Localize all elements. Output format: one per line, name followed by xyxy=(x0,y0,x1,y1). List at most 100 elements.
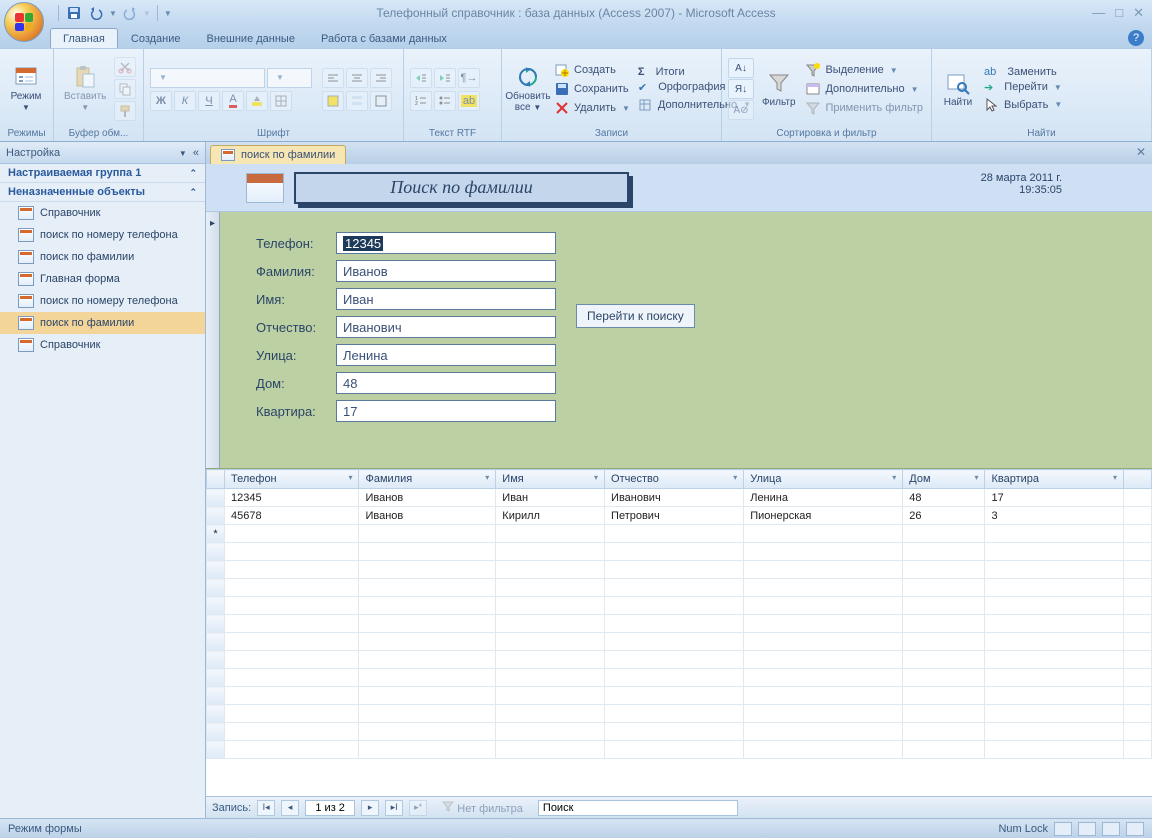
record-selector-icon[interactable]: ▸ xyxy=(206,212,220,468)
underline-icon[interactable]: Ч xyxy=(198,91,220,111)
save-icon[interactable] xyxy=(65,4,83,22)
table-row[interactable]: 12345ИвановИванИвановичЛенина4817 xyxy=(207,489,1152,507)
nav-item-2[interactable]: поиск по фамилии xyxy=(0,246,205,268)
fill-color-icon[interactable] xyxy=(246,91,268,111)
input-phone[interactable]: 12345 xyxy=(336,232,556,254)
view-button[interactable]: Режим▼ xyxy=(6,63,46,115)
search-box[interactable] xyxy=(538,800,738,816)
tab-create[interactable]: Создание xyxy=(118,28,194,48)
help-icon[interactable]: ? xyxy=(1128,30,1144,46)
input-street[interactable]: Ленина xyxy=(336,344,556,366)
maximize-icon[interactable]: □ xyxy=(1115,5,1123,21)
new-record-button[interactable]: Создать xyxy=(552,61,632,79)
nav-item-1[interactable]: поиск по номеру телефона xyxy=(0,224,205,246)
input-fname[interactable]: Иван xyxy=(336,288,556,310)
tab-dbtools[interactable]: Работа с базами данных xyxy=(308,28,460,48)
font-size-combo[interactable]: ▼ xyxy=(267,68,312,88)
ribbon-tabs: Главная Создание Внешние данные Работа с… xyxy=(0,26,1152,48)
view-datasheet-icon[interactable] xyxy=(1078,822,1096,836)
col-header[interactable]: Улица▾ xyxy=(744,470,903,489)
find-button[interactable]: Найти xyxy=(938,69,978,110)
next-record-icon[interactable]: ▸ xyxy=(361,800,379,816)
datasheet-grid[interactable]: Телефон▾Фамилия▾Имя▾Отчество▾Улица▾Дом▾К… xyxy=(206,469,1152,796)
advanced-filter-button[interactable]: Дополнительно▼ xyxy=(803,80,925,98)
bold-icon[interactable]: Ж xyxy=(150,91,172,111)
form-icon xyxy=(18,338,34,352)
col-header[interactable]: Квартира▾ xyxy=(985,470,1124,489)
minimize-icon[interactable]: — xyxy=(1092,5,1105,21)
ltr-icon[interactable]: ¶→ xyxy=(458,68,480,88)
col-header[interactable]: Фамилия▾ xyxy=(359,470,496,489)
new-row[interactable]: * xyxy=(207,525,1152,543)
col-header[interactable]: Отчество▾ xyxy=(605,470,744,489)
selection-filter-button[interactable]: Выделение▼ xyxy=(803,61,925,79)
input-apt[interactable]: 17 xyxy=(336,400,556,422)
decrease-indent-icon[interactable] xyxy=(410,68,432,88)
go-search-button[interactable]: Перейти к поиску xyxy=(576,304,695,328)
increase-indent-icon[interactable] xyxy=(434,68,456,88)
col-header[interactable]: Имя▾ xyxy=(496,470,605,489)
close-icon[interactable]: ✕ xyxy=(1133,5,1144,21)
refresh-all-button[interactable]: Обновить все ▼ xyxy=(508,63,548,115)
doc-tab-active[interactable]: поиск по фамилии xyxy=(210,145,346,164)
bullets-icon[interactable] xyxy=(434,91,456,111)
italic-icon[interactable]: К xyxy=(174,91,196,111)
altfill-icon[interactable] xyxy=(346,91,368,111)
font-family-combo[interactable]: ▼ xyxy=(150,68,265,88)
view-design-icon[interactable] xyxy=(1126,822,1144,836)
replace-button[interactable]: ab Заменить xyxy=(982,65,1064,79)
record-position-input[interactable] xyxy=(305,800,355,816)
cut-icon[interactable] xyxy=(114,57,136,77)
group-clipboard-label: Буфер обм... xyxy=(60,126,137,139)
filter-button[interactable]: Фильтр xyxy=(758,69,799,110)
align-center-icon[interactable] xyxy=(346,68,368,88)
goto-button[interactable]: ➔ Перейти▼ xyxy=(982,80,1064,95)
undo-icon[interactable] xyxy=(87,4,105,22)
nav-header[interactable]: Настройка ▼ « xyxy=(0,142,205,164)
first-record-icon[interactable]: I◂ xyxy=(257,800,275,816)
nav-group-unassigned[interactable]: Неназначенные объекты⌃ xyxy=(0,183,205,202)
font-color-icon[interactable]: A xyxy=(222,91,244,111)
clear-sort-icon[interactable]: A⊘ xyxy=(728,100,754,120)
paste-button[interactable]: Вставить▼ xyxy=(60,63,110,115)
prev-record-icon[interactable]: ◂ xyxy=(281,800,299,816)
tab-external[interactable]: Внешние данные xyxy=(194,28,308,48)
nav-item-5[interactable]: поиск по фамилии xyxy=(0,312,205,334)
tab-home[interactable]: Главная xyxy=(50,28,118,48)
sort-asc-icon[interactable]: A↓ xyxy=(728,58,754,78)
table-row[interactable]: 45678ИвановКириллПетровичПионерская263 xyxy=(207,507,1152,525)
nav-item-6[interactable]: Справочник xyxy=(0,334,205,356)
nav-group-custom[interactable]: Настраиваемая группа 1⌃ xyxy=(0,164,205,183)
col-header[interactable]: Телефон▾ xyxy=(225,470,359,489)
save-record-button[interactable]: Сохранить xyxy=(552,80,632,98)
form-detail: ▸ Телефон:12345 Фамилия:Иванов Имя:Иван … xyxy=(206,212,1152,469)
align-right-icon[interactable] xyxy=(370,68,392,88)
copy-icon[interactable] xyxy=(114,79,136,99)
office-button[interactable] xyxy=(4,2,44,42)
highlight-icon[interactable]: ab xyxy=(458,91,480,111)
nav-item-0[interactable]: Справочник xyxy=(0,202,205,224)
input-mname[interactable]: Иванович xyxy=(336,316,556,338)
shading-icon[interactable] xyxy=(322,91,344,111)
view-form-icon[interactable] xyxy=(1054,822,1072,836)
input-house[interactable]: 48 xyxy=(336,372,556,394)
sort-desc-icon[interactable]: Я↓ xyxy=(728,79,754,99)
align-left-icon[interactable] xyxy=(322,68,344,88)
select-button[interactable]: Выбрать▼ xyxy=(982,96,1064,114)
gridlines-icon[interactable] xyxy=(270,91,292,111)
numbering-icon[interactable]: 12 xyxy=(410,91,432,111)
new-record-icon[interactable]: ▸* xyxy=(409,800,427,816)
toggle-filter-button[interactable]: Применить фильтр xyxy=(803,99,925,117)
col-header[interactable]: Дом▾ xyxy=(903,470,985,489)
nav-item-3[interactable]: Главная форма xyxy=(0,268,205,290)
format-painter-icon[interactable] xyxy=(114,101,136,121)
borders-icon[interactable] xyxy=(370,91,392,111)
redo-icon[interactable] xyxy=(121,4,139,22)
nav-item-4[interactable]: поиск по номеру телефона xyxy=(0,290,205,312)
input-lname[interactable]: Иванов xyxy=(336,260,556,282)
close-doc-icon[interactable]: ✕ xyxy=(1136,145,1146,159)
view-layout-icon[interactable] xyxy=(1102,822,1120,836)
last-record-icon[interactable]: ▸I xyxy=(385,800,403,816)
delete-record-button[interactable]: Удалить▼ xyxy=(552,99,632,117)
select-all-cell[interactable] xyxy=(207,470,225,489)
